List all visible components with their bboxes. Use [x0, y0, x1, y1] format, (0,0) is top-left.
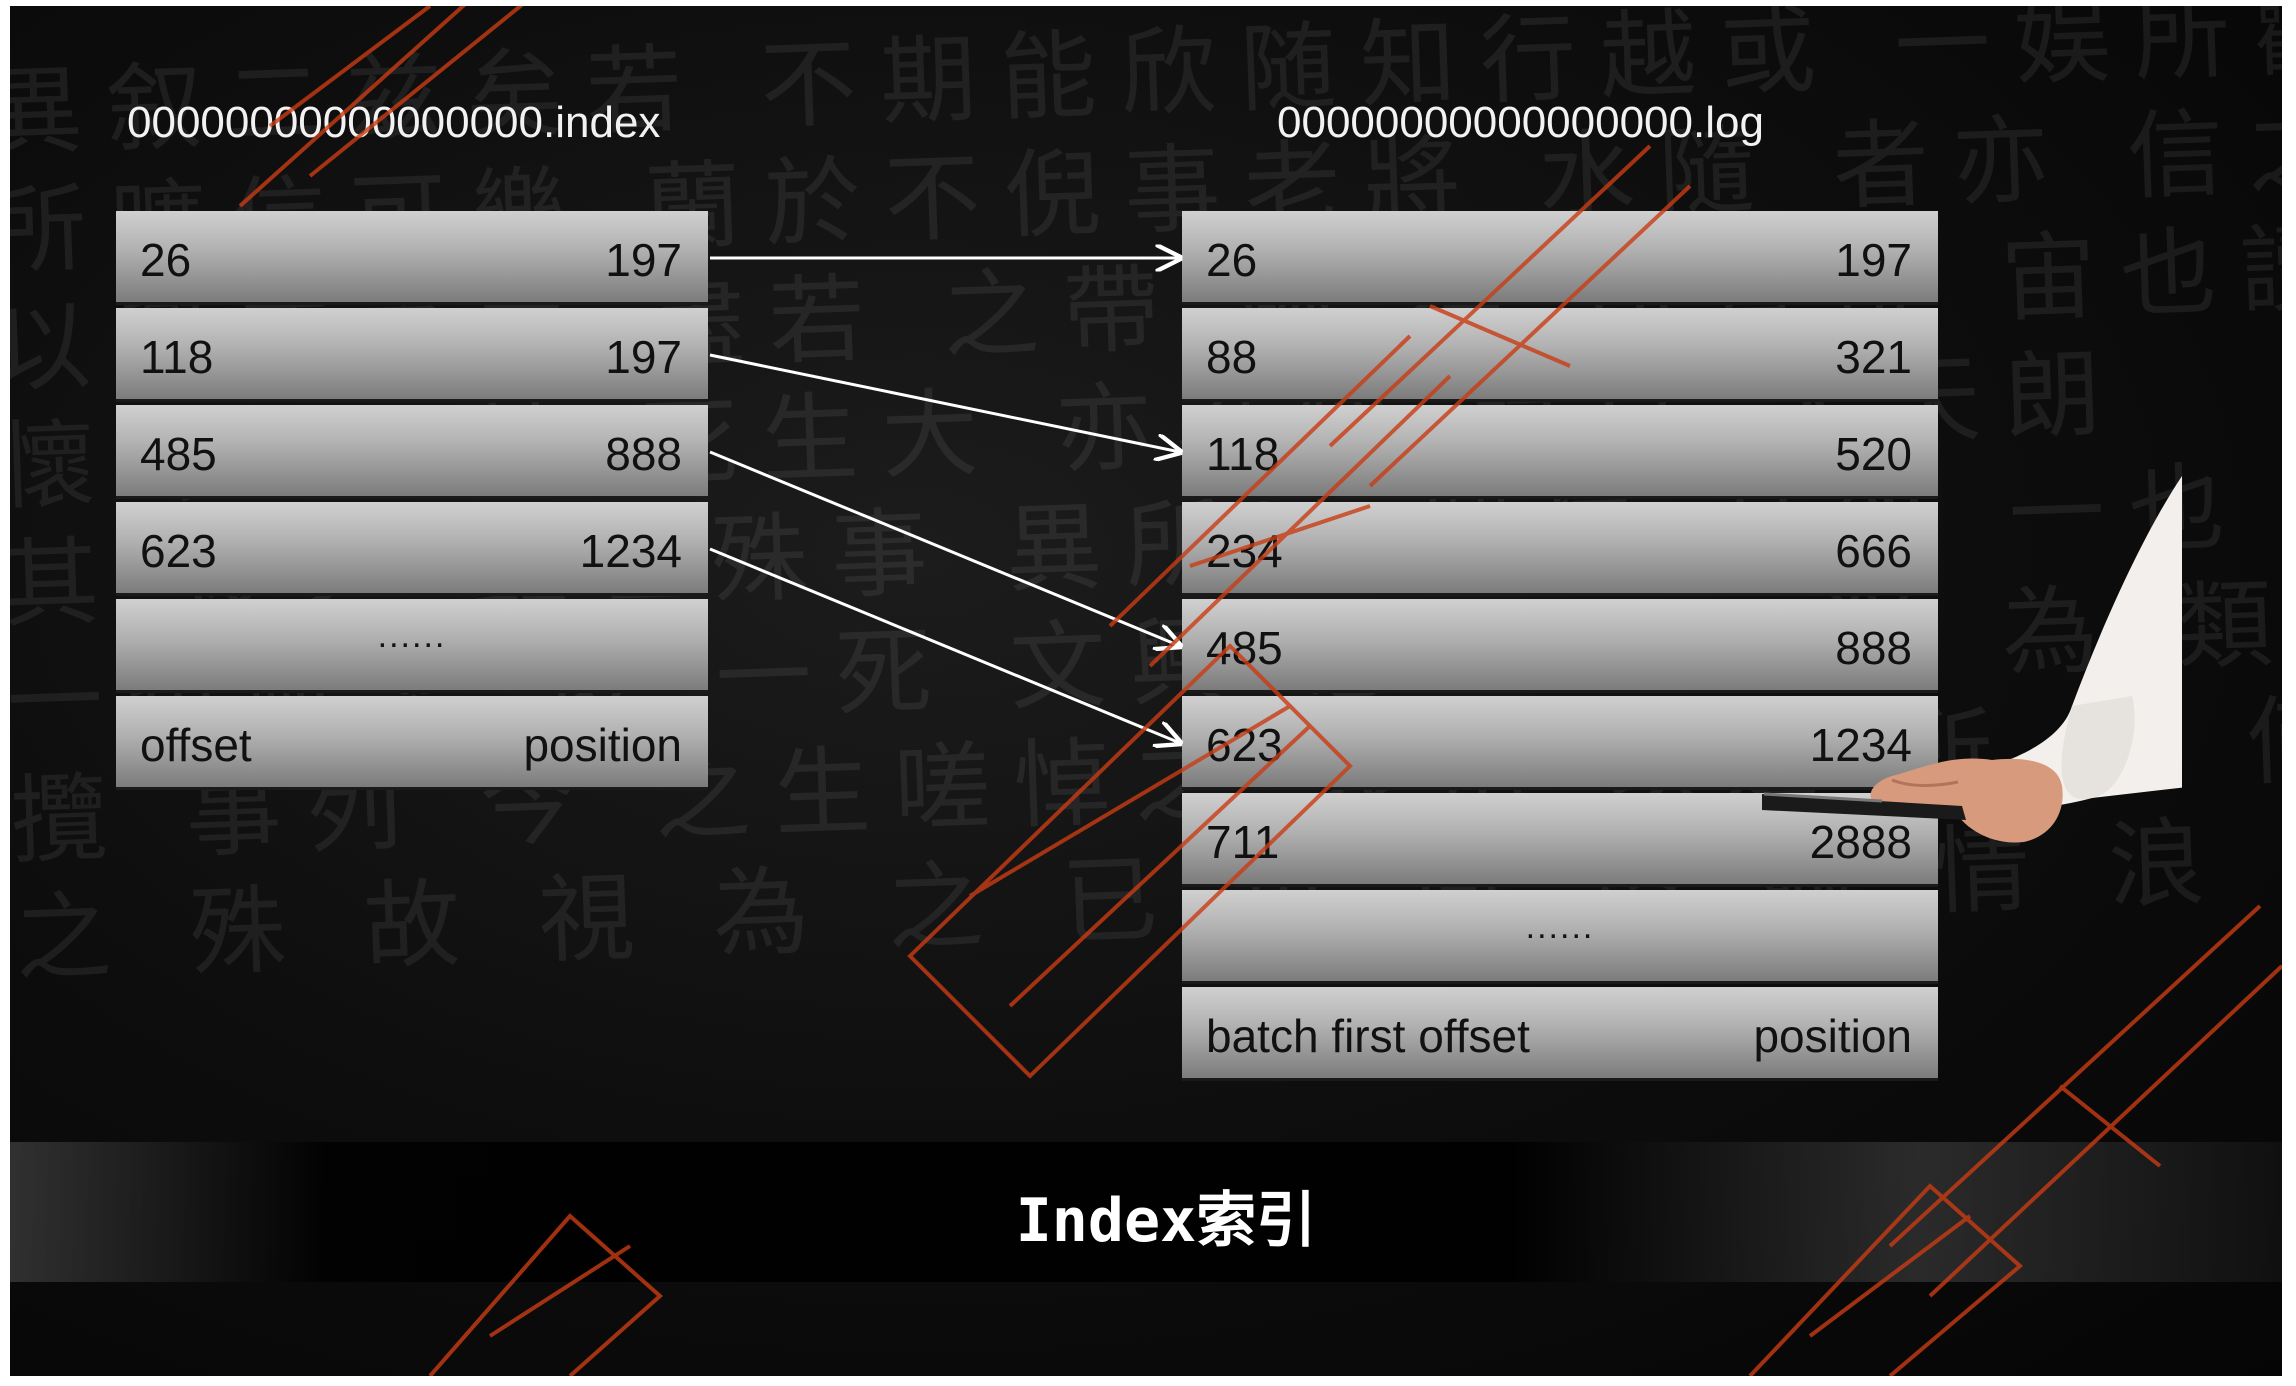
arrow-index-2-to-log-4 — [709, 450, 1180, 646]
presenter-hand-illustration — [1762, 476, 2182, 843]
arrow-index-1-to-log-2 — [709, 353, 1180, 452]
arrow-index-3-to-log-5 — [709, 547, 1180, 743]
slide-caption: Index索引 — [1015, 1186, 1317, 1256]
slide: 異叙二兹矣若 不期能欣随知行越或 一娱所觀是彼 所曠信可樂 蘭於不倪事老將 水隨… — [10, 6, 2282, 1376]
